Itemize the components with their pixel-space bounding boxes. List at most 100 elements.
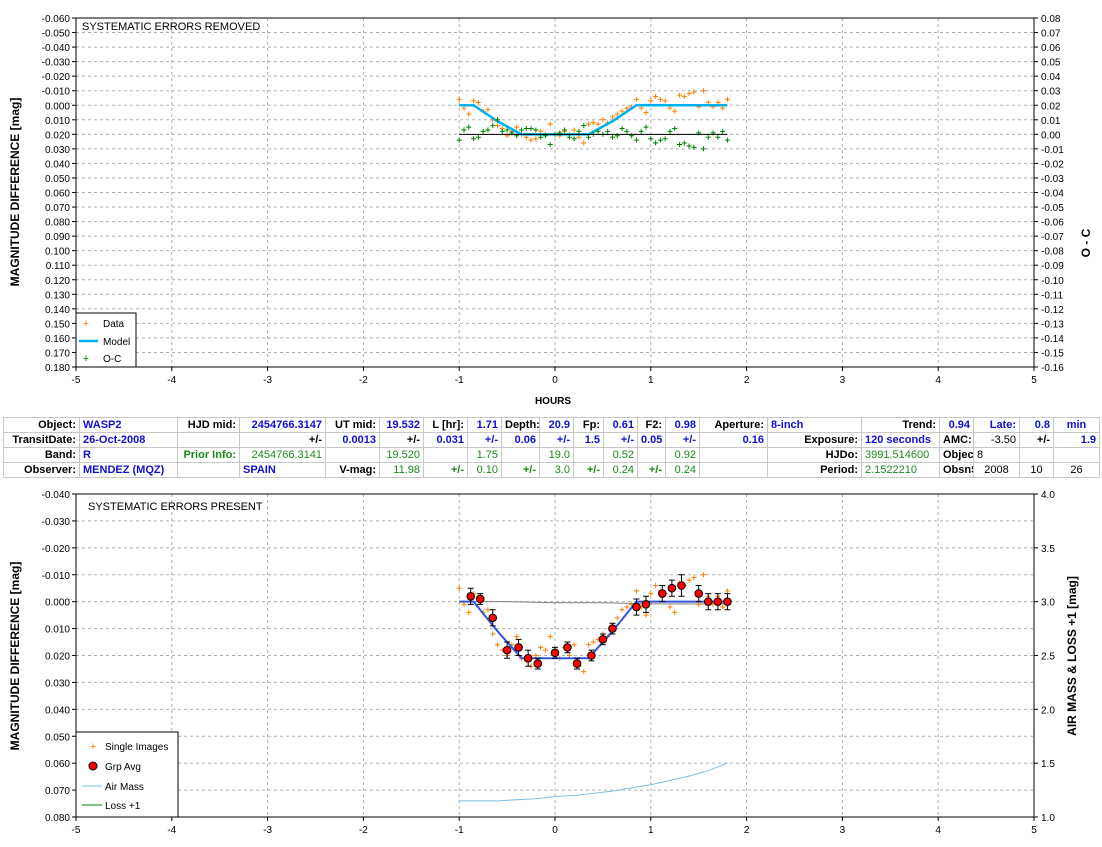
top-x-tick-label: -3 bbox=[263, 375, 272, 386]
ut-err-label: +/- bbox=[379, 432, 424, 448]
vmag-value: 11.98 bbox=[379, 462, 424, 478]
bottom-grp-avg-point bbox=[608, 624, 617, 633]
trend-value: 0.94 bbox=[939, 417, 974, 433]
bottom-single-image-point bbox=[700, 572, 706, 578]
top-y2-tick-label: -0.15 bbox=[1041, 348, 1064, 359]
bottom-single-image-point bbox=[586, 642, 592, 648]
top-data-point bbox=[586, 121, 592, 127]
bottom-single-image-point bbox=[538, 644, 544, 650]
bottom-y-tick-label: 0.070 bbox=[45, 786, 70, 797]
length-err-label: +/- bbox=[467, 432, 502, 448]
top-data-point bbox=[466, 111, 472, 117]
top-oc-point bbox=[672, 126, 678, 132]
obsn-start-day: 26 bbox=[1053, 462, 1100, 478]
top-x-tick-label: 3 bbox=[840, 375, 846, 386]
top-oc-point bbox=[686, 143, 692, 149]
top-light-curve-chart: -5 -4 -3 -2 -1 0 1 2 3 4 5-0.060-0.050-0.040-0.030… bbox=[8, 14, 1093, 407]
top-y-tick-label: 0.000 bbox=[45, 101, 70, 112]
top-oc-point bbox=[518, 127, 524, 133]
top-x-tick-label: -2 bbox=[359, 375, 368, 386]
bottom-x-tick-label: -1 bbox=[455, 825, 464, 836]
top-y-tick-label: 0.160 bbox=[45, 334, 70, 345]
band-label: Band: bbox=[3, 447, 80, 463]
obsn-start-month: 10 bbox=[1019, 462, 1054, 478]
obsn-start-date-label: ObsnStartDate: bbox=[939, 462, 974, 478]
bottom-grp-avg-point bbox=[632, 602, 641, 612]
top-x-tick-label: 0 bbox=[552, 375, 558, 386]
legend-data-marker: + bbox=[83, 318, 89, 330]
bottom-y2-tick-label: 2.0 bbox=[1041, 705, 1055, 716]
top-data-point bbox=[595, 121, 601, 127]
legend-oc-marker: + bbox=[83, 353, 89, 365]
legend-data-label: Data bbox=[103, 319, 125, 330]
top-data-point bbox=[471, 98, 477, 104]
top-y2-tick-label: 0.07 bbox=[1041, 29, 1061, 40]
legend-air-mass-label: Air Mass bbox=[105, 782, 144, 793]
top-oc-point bbox=[480, 128, 486, 134]
bottom-grp-avg-point bbox=[694, 589, 704, 598]
info-row-object: Object: WASP2 HJD mid: 2454766.3147 UT m… bbox=[3, 417, 1100, 433]
top-oc-point bbox=[681, 140, 687, 146]
top-x-tick-label: -1 bbox=[455, 375, 464, 386]
bottom-single-image-point bbox=[720, 604, 726, 610]
top-data-point bbox=[648, 98, 654, 104]
bottom-grp-avg-point bbox=[466, 591, 475, 601]
bottom-single-image-point bbox=[547, 634, 553, 640]
aperture-label: Aperture: bbox=[699, 417, 768, 433]
bottom-single-image-point bbox=[633, 588, 639, 594]
top-y2-tick-label: 0.02 bbox=[1041, 101, 1061, 112]
top-oc-point bbox=[657, 137, 663, 143]
ut-err-value: 0.031 bbox=[423, 432, 468, 448]
top-data-point bbox=[724, 96, 730, 102]
bottom-grp-avg-point bbox=[502, 645, 512, 655]
observer-label: Observer: bbox=[3, 462, 80, 478]
top-y2-tick-label: -0.06 bbox=[1041, 218, 1064, 229]
depth-err-label: +/- bbox=[539, 432, 574, 448]
late-unit: min bbox=[1053, 417, 1100, 433]
top-data-point bbox=[456, 96, 462, 102]
top-data-point bbox=[571, 127, 577, 133]
bottom-air-mass-line bbox=[459, 762, 728, 802]
top-x-tick-label: -4 bbox=[167, 375, 176, 386]
object-label: Object: bbox=[3, 417, 80, 433]
top-data-point bbox=[495, 123, 501, 129]
f2-err-value: 0.16 bbox=[699, 432, 768, 448]
legend-grp-avg-label: Grp Avg bbox=[105, 762, 141, 773]
top-y2-tick-label: -0.09 bbox=[1041, 261, 1064, 272]
prior-length-err-value: 0.10 bbox=[467, 462, 502, 478]
info-row-transit-date: TransitDate: 26-Oct-2008 +/- 0.0013 +/- … bbox=[3, 432, 1100, 448]
aperture-value: 8-inch bbox=[767, 417, 862, 433]
top-y-tick-label: 0.110 bbox=[46, 261, 71, 272]
object-value: WASP2 bbox=[79, 417, 178, 433]
bottom-grp-avg-point bbox=[587, 651, 596, 660]
top-y2-tick-label: 0.06 bbox=[1041, 43, 1061, 54]
top-oc-point bbox=[571, 136, 577, 142]
top-y-tick-label: 0.090 bbox=[45, 232, 70, 243]
hjdo-value: 3991.514600 bbox=[861, 447, 940, 463]
bottom-y-tick-label: 0.000 bbox=[45, 598, 70, 609]
hjdo-label: HJDo: bbox=[767, 447, 862, 463]
bottom-y-tick-label: -0.030 bbox=[42, 517, 71, 528]
fp-err-value: 0.05 bbox=[637, 432, 666, 448]
info-row-observer: Observer: MENDEZ (MQZ) SPAIN V-mag: 11.9… bbox=[3, 462, 1100, 478]
amc-label: AMC: bbox=[939, 432, 974, 448]
length-err-value: 0.06 bbox=[501, 432, 540, 448]
hjd-mid-value: 2454766.3147 bbox=[239, 417, 326, 433]
top-y-tick-label: 0.070 bbox=[45, 203, 70, 214]
transit-date-label: TransitDate: bbox=[3, 432, 80, 448]
top-oc-point bbox=[653, 140, 659, 146]
legend-grp-avg-marker bbox=[88, 761, 98, 771]
top-data-point bbox=[677, 92, 683, 98]
bottom-single-image-point bbox=[542, 647, 548, 653]
prior-depth-value: 19.0 bbox=[539, 447, 574, 463]
prior-info-label: Prior Info: bbox=[177, 447, 240, 463]
top-y2-tick-label: -0.14 bbox=[1041, 334, 1064, 345]
bottom-chart-title: SYSTEMATIC ERRORS PRESENT bbox=[88, 501, 263, 513]
top-x-tick-label: 5 bbox=[1031, 375, 1037, 386]
bottom-y-tick-label: -0.040 bbox=[42, 490, 71, 501]
blank-cell bbox=[637, 447, 666, 463]
bottom-single-image-point bbox=[624, 604, 630, 610]
hjd-mid-label: HJD mid: bbox=[177, 417, 240, 433]
bottom-x-tick-label: 2 bbox=[744, 825, 750, 836]
prior-fp-err-label: +/- bbox=[573, 462, 604, 478]
